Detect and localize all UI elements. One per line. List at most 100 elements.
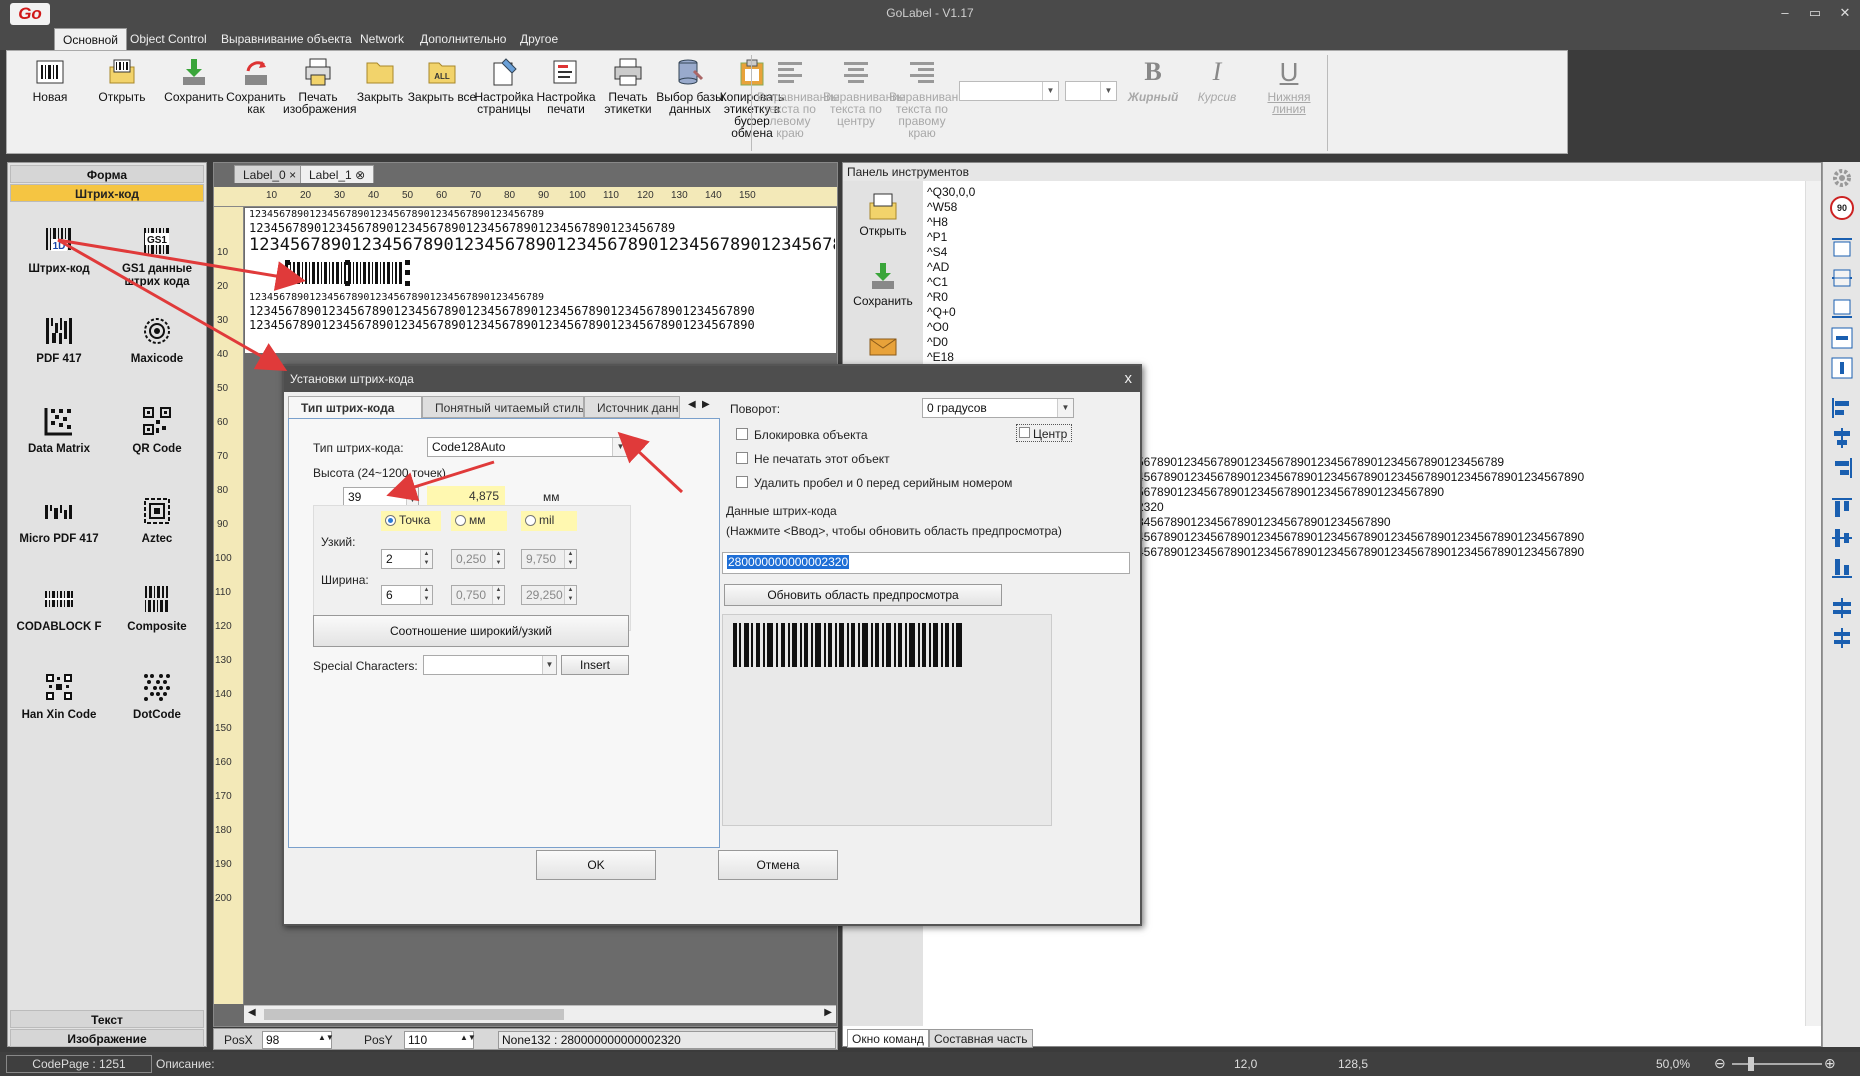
tab-advanced[interactable]: Дополнительно xyxy=(412,28,514,50)
special-chars-select[interactable]: ▼ xyxy=(423,655,557,675)
form-header[interactable]: Форма xyxy=(10,165,204,183)
minimize-button[interactable]: – xyxy=(1770,4,1800,22)
align-bottom-edge-icon[interactable] xyxy=(1830,556,1854,580)
tab-scroll-left-icon[interactable]: ◀ xyxy=(688,399,696,410)
center-checkbox[interactable] xyxy=(1019,427,1030,438)
align-center-button[interactable]: Выравнивание текста по центру xyxy=(823,57,906,127)
dialog-close-button[interactable]: x xyxy=(1125,366,1133,392)
tool-aztec[interactable]: Aztec xyxy=(112,495,202,546)
command-vertical-scrollbar[interactable] xyxy=(1805,181,1821,1026)
selected-barcode-object[interactable] xyxy=(285,260,415,286)
save-command-button[interactable]: Сохранить xyxy=(843,261,923,308)
maximize-button[interactable]: ▭ xyxy=(1800,4,1830,22)
tab-label-1[interactable]: Label_1 ⊗ xyxy=(300,165,375,183)
align-left-icon[interactable] xyxy=(1830,396,1854,420)
center-checkbox-group[interactable]: Центр xyxy=(1016,424,1072,442)
align-center-horizontal-icon[interactable] xyxy=(1830,426,1854,450)
label-text-object[interactable]: 1234567890123456789012345678901234567890… xyxy=(249,318,835,332)
open-command-button[interactable]: Открыть xyxy=(843,191,923,238)
align-top-icon[interactable] xyxy=(1830,236,1854,260)
tool-codablock[interactable]: CODABLOCK F xyxy=(14,583,104,634)
tool-barcode-1d[interactable]: 1D Штрих-код xyxy=(14,225,104,276)
unit-mil-option[interactable]: mil xyxy=(521,511,577,531)
remove-space-checkbox[interactable] xyxy=(736,476,748,488)
refresh-preview-button[interactable]: Обновить область предпросмотра xyxy=(724,584,1002,606)
align-bottom-icon[interactable] xyxy=(1830,296,1854,320)
ok-button[interactable]: OK xyxy=(536,850,656,880)
align-right-button[interactable]: Выравнивание текста по правому краю xyxy=(889,57,972,139)
print-image-button[interactable]: Печать изображения xyxy=(283,57,357,115)
label-text-object[interactable]: 1234567890123456789012345678901234567890… xyxy=(249,209,835,220)
italic-button[interactable]: I Курсив xyxy=(1187,57,1247,103)
new-button[interactable]: Новая xyxy=(15,57,85,103)
tab-barcode-type[interactable]: Тип штрих-кода xyxy=(288,396,422,418)
select-database-button[interactable]: Выбор базы данных xyxy=(655,57,725,115)
insert-button[interactable]: Insert xyxy=(561,655,629,675)
command-text[interactable]: ^Q30,0,0 ^W58 ^H8 ^P1 ^S4 ^AD ^C1 ^R0 ^Q… xyxy=(927,185,1817,365)
zoom-slider[interactable] xyxy=(1732,1063,1822,1065)
app-logo[interactable]: Go xyxy=(10,3,50,25)
underline-button[interactable]: U Нижняя линия xyxy=(1251,57,1327,115)
align-top-edge-icon[interactable] xyxy=(1830,496,1854,520)
label-paper[interactable]: 1234567890123456789012345678901234567890… xyxy=(245,208,836,353)
canvas-horizontal-scrollbar[interactable]: ◀ ▶ xyxy=(244,1005,836,1023)
barcode-type-select[interactable]: Code128Auto ▼ xyxy=(427,437,629,457)
align-middle-icon[interactable] xyxy=(1830,266,1854,290)
distribute-horizontal-icon[interactable] xyxy=(1830,326,1854,350)
no-print-checkbox[interactable] xyxy=(736,452,748,464)
stepper-icon[interactable]: ▲▼ xyxy=(318,1033,334,1042)
tool-datamatrix[interactable]: Data Matrix xyxy=(14,405,104,456)
cancel-button[interactable]: Отмена xyxy=(718,850,838,880)
width-dot-input[interactable]: 6 ▲ ▼ xyxy=(381,585,433,605)
stepper-icon[interactable]: ▲▼ xyxy=(420,550,432,568)
tab-data-source[interactable]: Источник данн xyxy=(584,396,680,418)
tab-command-window[interactable]: Окно команд xyxy=(847,1029,929,1048)
tool-composite[interactable]: Composite xyxy=(112,583,202,634)
settings-gear-icon[interactable] xyxy=(1830,166,1854,190)
tab-scroll-right-icon[interactable]: ▶ xyxy=(702,399,710,410)
save-button[interactable]: Сохранить xyxy=(159,57,229,103)
close-button[interactable]: Закрыть xyxy=(345,57,415,103)
bold-button[interactable]: B Жирный xyxy=(1123,57,1183,103)
tab-main[interactable]: Основной xyxy=(54,28,128,50)
rotate-90-icon[interactable]: 90 xyxy=(1830,196,1854,220)
distribute-vertical-icon[interactable] xyxy=(1830,356,1854,380)
tab-network[interactable]: Network xyxy=(352,28,412,50)
lock-object-checkbox[interactable] xyxy=(736,428,748,440)
close-all-button[interactable]: ALL Закрыть все xyxy=(407,57,477,103)
text-header[interactable]: Текст xyxy=(10,1010,204,1028)
ratio-button[interactable]: Соотношение широкий/узкий xyxy=(313,615,629,647)
label-text-object[interactable]: 1234567890123456789012345678901234567890… xyxy=(249,221,835,235)
unit-dot-option[interactable]: Точка xyxy=(381,511,441,531)
tab-components[interactable]: Составная часть xyxy=(929,1029,1033,1048)
height-input[interactable]: 39 ▲ ▼ xyxy=(343,487,419,507)
send-command-button[interactable] xyxy=(843,331,923,364)
close-tab-icon[interactable]: × xyxy=(289,168,296,182)
open-button[interactable]: Открыть xyxy=(87,57,157,103)
scroll-left-icon[interactable]: ◀ xyxy=(248,1007,256,1018)
align-right-icon[interactable] xyxy=(1830,456,1854,480)
barcode-header[interactable]: Штрих-код xyxy=(10,184,204,202)
align-left-button[interactable]: Выравнивание текста по левому краю xyxy=(757,57,840,139)
tool-qrcode[interactable]: QR Code xyxy=(112,405,202,456)
tool-hanxin[interactable]: Han Xin Code xyxy=(14,671,104,722)
tab-other[interactable]: Другое xyxy=(512,28,566,50)
zoom-out-icon[interactable]: ⊖ xyxy=(1714,1055,1726,1072)
tab-label-0[interactable]: Label_0 × xyxy=(234,165,306,183)
font-size-combo[interactable]: ▼ xyxy=(1065,81,1117,101)
tool-gs1[interactable]: GS1 GS1 данные штрих кода xyxy=(112,225,202,289)
stepper-icon[interactable]: ▲▼ xyxy=(420,586,432,604)
space-vertical-icon[interactable] xyxy=(1830,626,1854,650)
tab-readable-style[interactable]: Понятный читаемый стиль xyxy=(422,396,584,418)
tool-pdf417[interactable]: PDF 417 xyxy=(14,315,104,366)
tool-maxicode[interactable]: Maxicode xyxy=(112,315,202,366)
tab-object-align[interactable]: Выравнивание объекта xyxy=(213,28,360,50)
save-as-button[interactable]: Сохранить как xyxy=(221,57,291,115)
image-header[interactable]: Изображение xyxy=(10,1029,204,1047)
rotation-select[interactable]: 0 градусов ▼ xyxy=(922,398,1074,418)
unit-mm-option[interactable]: мм xyxy=(451,511,507,531)
narrow-dot-input[interactable]: 2 ▲ ▼ xyxy=(381,549,433,569)
close-tab-icon[interactable]: ⊗ xyxy=(355,168,365,182)
label-text-object[interactable]: 1234567890123456789012345678901234567890… xyxy=(249,304,835,318)
tool-micropdf417[interactable]: Micro PDF 417 xyxy=(14,495,104,546)
